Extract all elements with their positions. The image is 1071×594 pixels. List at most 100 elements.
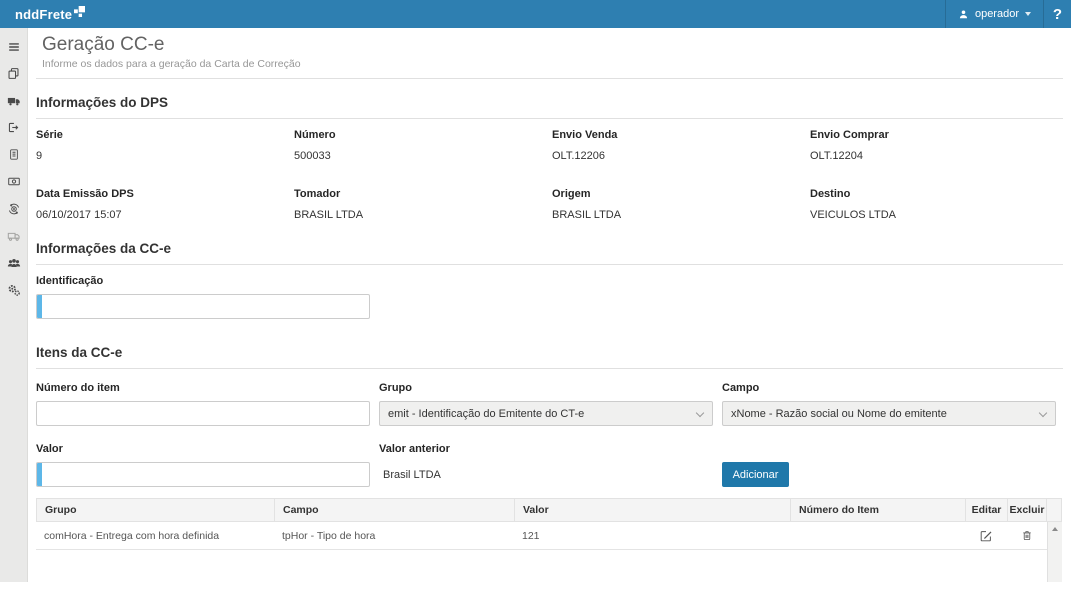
column-header-editar[interactable]: Editar xyxy=(966,499,1008,521)
chevron-down-icon xyxy=(1039,409,1047,417)
document-icon xyxy=(8,148,20,161)
page-title: Geração CC-e xyxy=(42,34,1063,55)
field-data-emissao: Data Emissão DPS 06/10/2017 15:07 xyxy=(36,188,294,221)
topbar-right: operador ? xyxy=(945,0,1071,28)
truck-icon xyxy=(7,94,21,108)
users-icon xyxy=(7,256,21,270)
field-tomador: Tomador BRASIL LTDA xyxy=(294,188,552,221)
settings-gears-icon xyxy=(7,283,21,297)
sidebar-item-transport[interactable] xyxy=(0,87,27,114)
valor-label: Valor xyxy=(36,443,370,456)
field-envio-venda: Envio Venda OLT.12206 xyxy=(552,129,810,162)
table-row[interactable]: comHora - Entrega com hora definida tpHo… xyxy=(36,522,1062,550)
chevron-down-icon xyxy=(1025,12,1031,16)
app-logo[interactable]: nddFrete xyxy=(0,0,85,28)
sidebar-item-settings[interactable] xyxy=(0,276,27,303)
sidebar-item-report[interactable] xyxy=(0,141,27,168)
field-value: 9 xyxy=(36,150,294,162)
scroll-up-arrow-icon[interactable] xyxy=(1052,527,1058,531)
column-header-scroll-spacer xyxy=(1047,499,1063,521)
identificacao-inputwrap xyxy=(36,294,370,319)
campo-label: Campo xyxy=(722,382,1056,395)
sidebar-item-billing[interactable] xyxy=(0,168,27,195)
table-scrollbar[interactable] xyxy=(1047,522,1062,582)
grupo-label: Grupo xyxy=(379,382,713,395)
column-header-numero-item[interactable]: Número do Item xyxy=(791,499,966,521)
column-header-grupo[interactable]: Grupo xyxy=(37,499,275,521)
copy-pages-icon xyxy=(7,67,20,80)
cell-numero-item xyxy=(790,522,965,549)
field-origem: Origem BRASIL LTDA xyxy=(552,188,810,221)
sidebar-item-export[interactable] xyxy=(0,114,27,141)
column-header-valor[interactable]: Valor xyxy=(515,499,791,521)
main-content: Geração CC-e Informe os dados para a ger… xyxy=(28,28,1071,582)
adicionar-button[interactable]: Adicionar xyxy=(722,462,789,487)
edit-icon[interactable] xyxy=(979,529,993,543)
user-menu[interactable]: operador xyxy=(945,0,1044,28)
page-header: Geração CC-e Informe os dados para a ger… xyxy=(36,28,1063,79)
sidebar-nav xyxy=(0,28,28,582)
top-header-bar: nddFrete operador ? xyxy=(0,0,1071,28)
field-label: Série xyxy=(36,129,294,141)
truck-delivery-icon xyxy=(7,229,21,243)
numero-item-inputwrap xyxy=(36,401,370,426)
identificacao-input[interactable] xyxy=(36,294,370,319)
grupo-field: Grupo emit - Identificação do Emitente d… xyxy=(379,382,713,426)
campo-select[interactable]: xNome - Razão social ou Nome do emitente xyxy=(722,401,1056,426)
numero-item-label: Número do item xyxy=(36,382,370,395)
cell-campo: tpHor - Tipo de hora xyxy=(274,522,514,549)
field-label: Tomador xyxy=(294,188,552,200)
cell-valor: 121 xyxy=(514,522,790,549)
sidebar-item-menu[interactable] xyxy=(0,33,27,60)
sidebar-item-users[interactable] xyxy=(0,249,27,276)
section-title-dps: Informações do DPS xyxy=(36,95,1063,119)
field-value: BRASIL LTDA xyxy=(294,209,552,221)
campo-select-value: xNome - Razão social ou Nome do emitente xyxy=(731,408,947,420)
grupo-select[interactable]: emit - Identificação do Emitente do CT-e xyxy=(379,401,713,426)
numero-item-input[interactable] xyxy=(36,401,370,426)
dps-fields-grid: Série 9 Número 500033 Envio Venda OLT.12… xyxy=(36,129,1063,221)
identificacao-label: Identificação xyxy=(36,275,1063,288)
valor-inputwrap xyxy=(36,462,370,487)
page-subtitle: Informe os dados para a geração da Carta… xyxy=(42,58,1063,70)
sidebar-item-financial-sync[interactable] xyxy=(0,195,27,222)
user-menu-label: operador xyxy=(975,8,1019,20)
menu-icon xyxy=(7,40,21,54)
field-label: Origem xyxy=(552,188,810,200)
sidebar-item-documents[interactable] xyxy=(0,60,27,87)
campo-field: Campo xNome - Razão social ou Nome do em… xyxy=(722,382,1056,426)
numero-item-field: Número do item xyxy=(36,382,370,426)
field-serie: Série 9 xyxy=(36,129,294,162)
field-value: 06/10/2017 15:07 xyxy=(36,209,294,221)
valor-anterior-field: Valor anterior Brasil LTDA xyxy=(379,443,713,487)
field-label: Destino xyxy=(810,188,1068,200)
identificacao-field: Identificação xyxy=(36,275,1063,319)
chevron-down-icon xyxy=(696,409,704,417)
table-body: comHora - Entrega com hora definida tpHo… xyxy=(36,522,1062,582)
field-value: OLT.12206 xyxy=(552,150,810,162)
field-value: 500033 xyxy=(294,150,552,162)
valor-field: Valor xyxy=(36,443,370,487)
adicionar-field: Adicionar xyxy=(722,443,1056,487)
user-icon xyxy=(958,9,969,20)
column-header-excluir[interactable]: Excluir xyxy=(1008,499,1047,521)
field-destino: Destino VEICULOS LTDA xyxy=(810,188,1068,221)
app-logo-text: nddFrete xyxy=(15,7,72,22)
field-value: OLT.12204 xyxy=(810,150,1068,162)
section-title-itens: Itens da CC-e xyxy=(36,345,1063,369)
export-icon xyxy=(7,121,20,134)
field-value: BRASIL LTDA xyxy=(552,209,810,221)
field-label: Envio Venda xyxy=(552,129,810,141)
trash-icon[interactable] xyxy=(1021,529,1033,542)
help-button[interactable]: ? xyxy=(1044,0,1071,28)
field-value: VEICULOS LTDA xyxy=(810,209,1068,221)
grupo-select-value: emit - Identificação do Emitente do CT-e xyxy=(388,408,584,420)
logo-squares-icon xyxy=(74,6,85,17)
table-header-row: Grupo Campo Valor Número do Item Editar … xyxy=(36,498,1062,522)
money-icon xyxy=(7,175,21,188)
sidebar-item-delivery[interactable] xyxy=(0,222,27,249)
field-numero: Número 500033 xyxy=(294,129,552,162)
valor-input[interactable] xyxy=(36,462,370,487)
column-header-campo[interactable]: Campo xyxy=(275,499,515,521)
valor-anterior-label: Valor anterior xyxy=(379,443,713,456)
